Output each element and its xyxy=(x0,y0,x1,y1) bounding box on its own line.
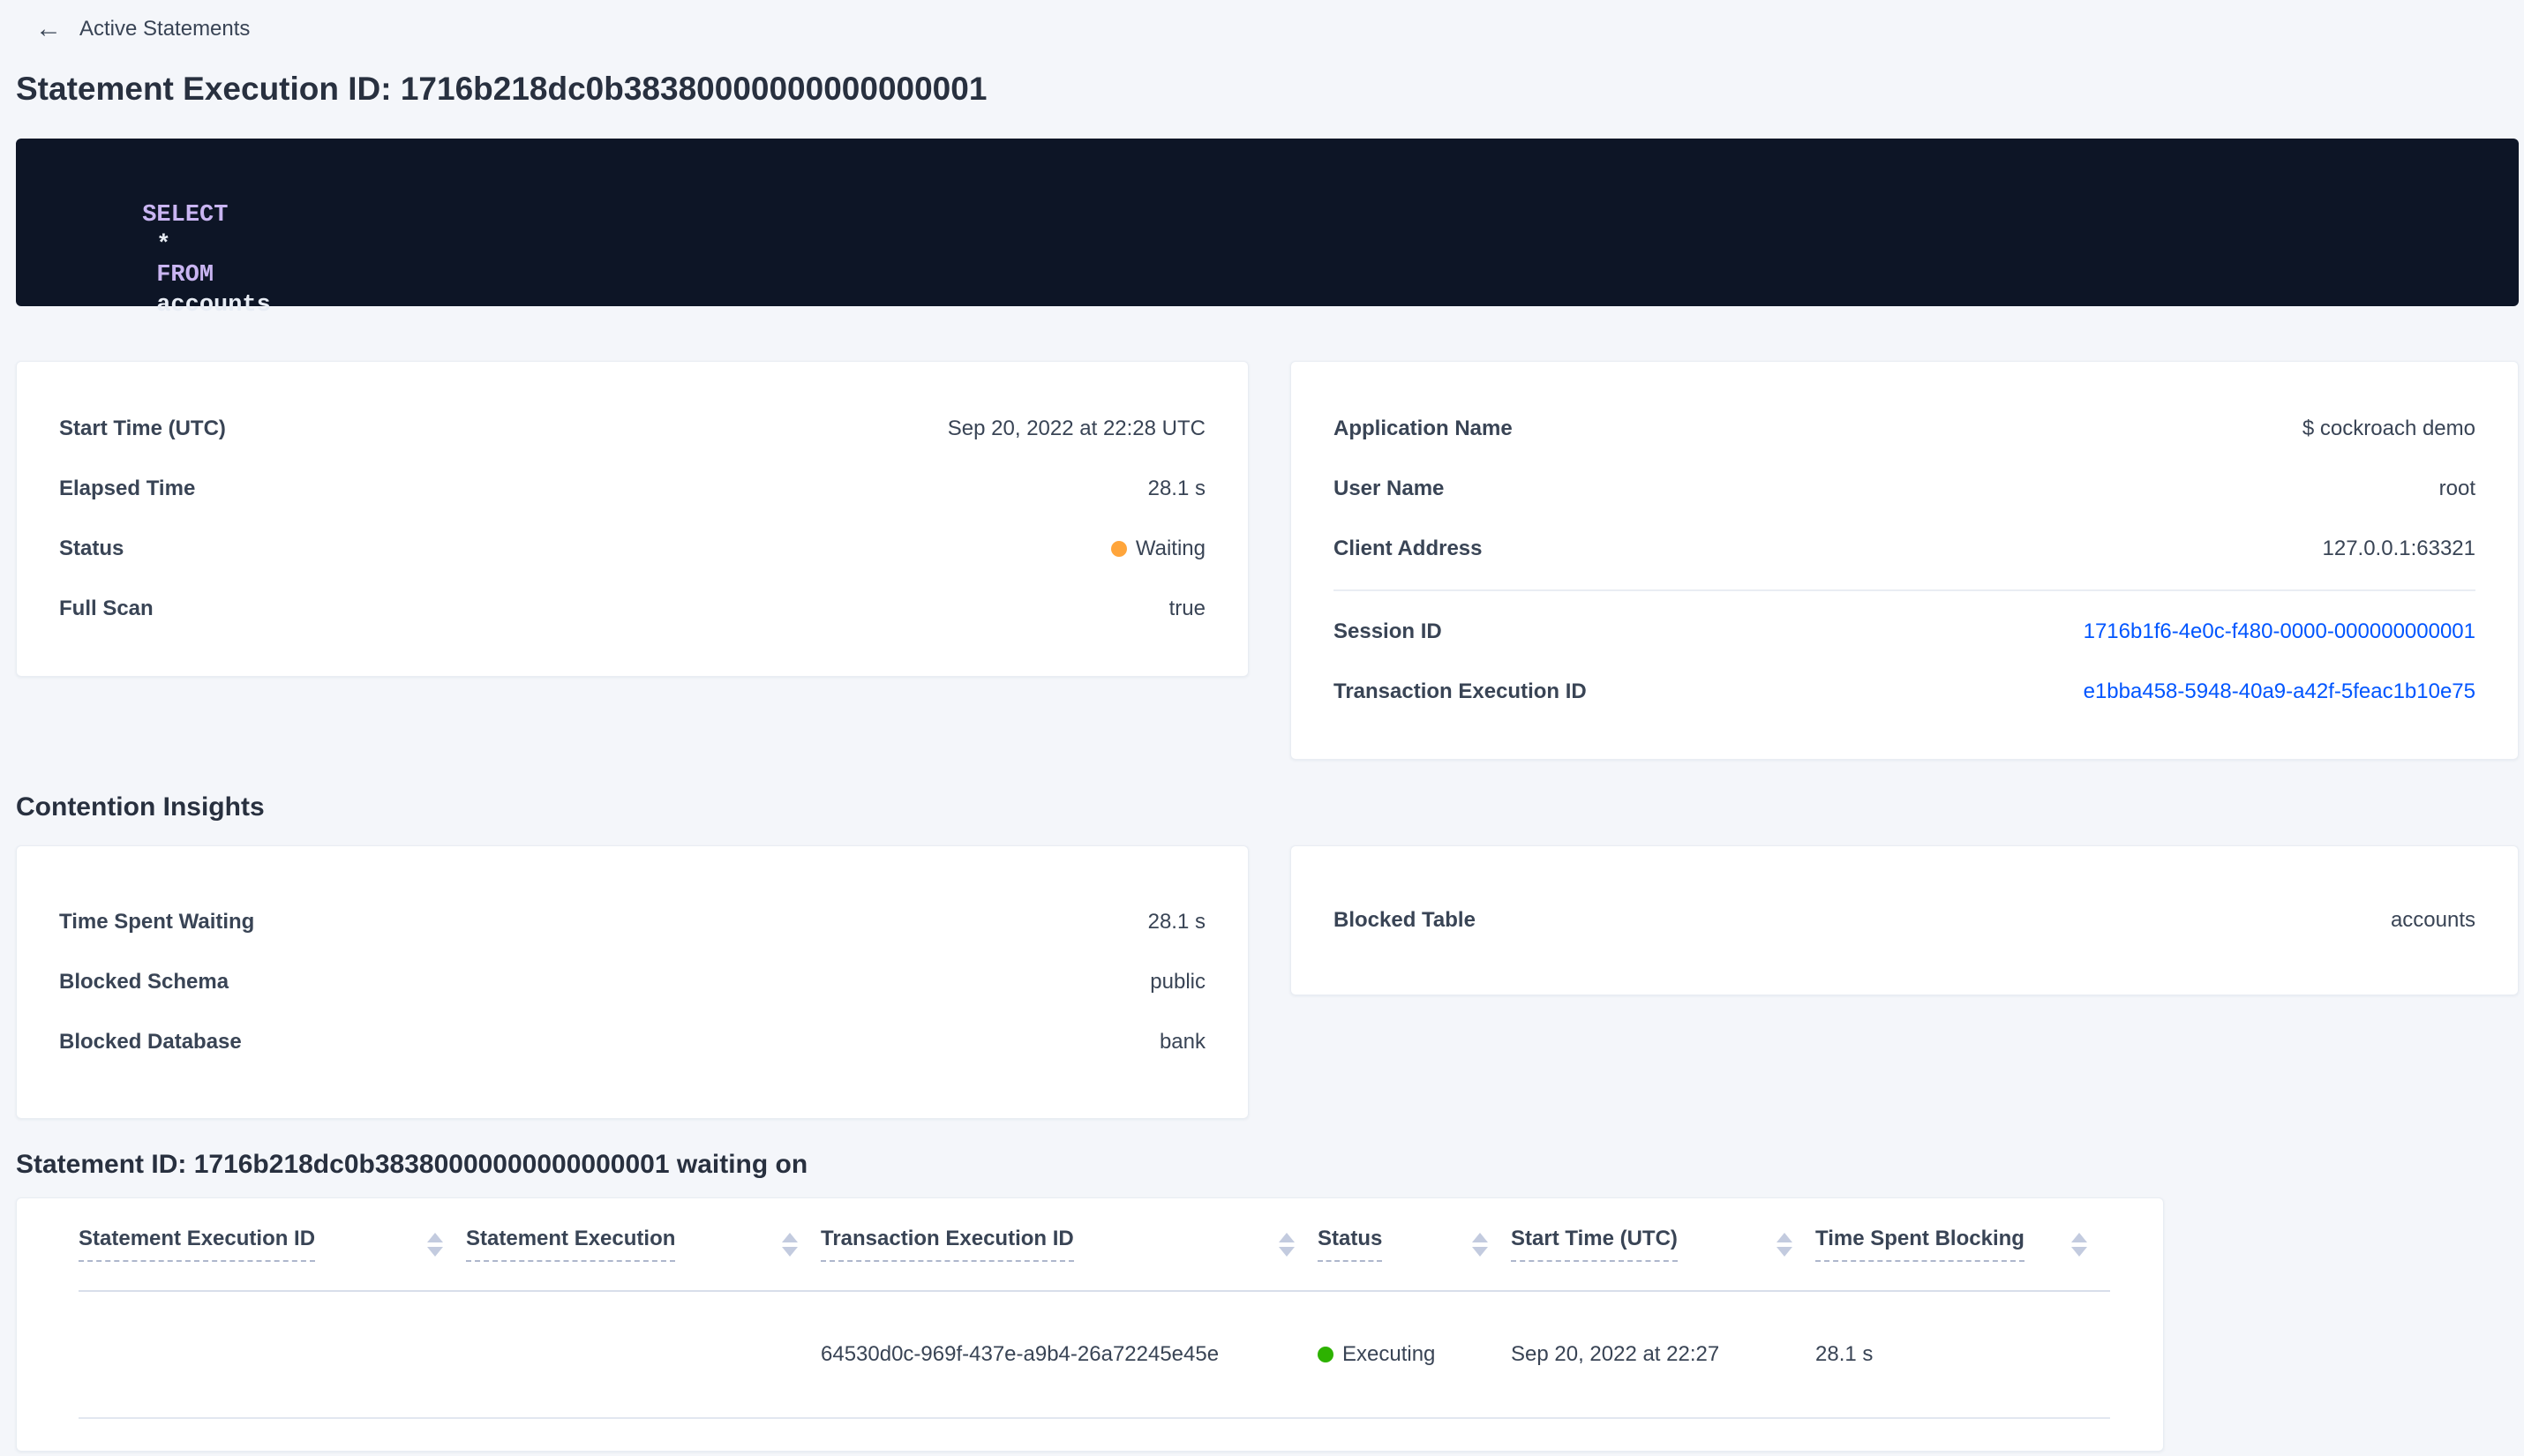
elapsed-time-row: Elapsed Time 28.1 s xyxy=(59,459,1206,519)
page-title: Statement Execution ID: 1716b218dc0b3838… xyxy=(16,71,988,107)
column-header-status[interactable]: Status xyxy=(1318,1198,1511,1292)
transaction-execution-id-row: Transaction Execution ID e1bba458-5948-4… xyxy=(1333,662,2475,722)
column-header-transaction-execution-id[interactable]: Transaction Execution ID xyxy=(821,1198,1318,1292)
overview-card: Start Time (UTC) Sep 20, 2022 at 22:28 U… xyxy=(16,361,1249,677)
transaction-execution-id-link[interactable]: e1bba458-5948-40a9-a42f-5feac1b10e75 xyxy=(2084,679,2475,703)
cell-statement-execution-id xyxy=(79,1291,466,1419)
session-card: Application Name $ cockroach demo User N… xyxy=(1290,361,2519,760)
sort-arrows-icon[interactable] xyxy=(1279,1232,1295,1257)
statement-execution-page: ← Active Statements Statement Execution … xyxy=(0,0,2524,1452)
start-time-row: Start Time (UTC) Sep 20, 2022 at 22:28 U… xyxy=(59,399,1206,459)
column-header-label: Transaction Execution ID xyxy=(821,1227,1074,1262)
sql-keyword-select: SELECT xyxy=(142,202,229,229)
status-waiting-text: Waiting xyxy=(1135,537,1206,560)
client-address-label: Client Address xyxy=(1333,537,1483,560)
column-header-label: Start Time (UTC) xyxy=(1511,1227,1678,1262)
column-header-time-spent-blocking[interactable]: Time Spent Blocking xyxy=(1815,1198,2110,1292)
column-header-label: Time Spent Blocking xyxy=(1815,1227,2024,1262)
arrow-left-icon: ← xyxy=(35,14,62,43)
elapsed-time-value: 28.1 s xyxy=(1147,477,1206,500)
cell-status: Executing xyxy=(1318,1291,1511,1419)
session-id-link[interactable]: 1716b1f6-4e0c-f480-0000-000000000001 xyxy=(2084,619,2475,643)
sort-arrows-icon[interactable] xyxy=(2071,1232,2087,1257)
status-executing-dot-icon xyxy=(1318,1347,1333,1362)
table-header-row: Statement Execution ID Statement Executi… xyxy=(79,1198,2110,1292)
blocked-schema-value: public xyxy=(1150,970,1206,994)
sql-statement-box: SELECT * FROM accounts xyxy=(16,139,2519,319)
sql-table-name: accounts xyxy=(156,292,271,319)
blocked-schema-label: Blocked Schema xyxy=(59,970,229,994)
back-link[interactable]: ← Active Statements xyxy=(35,16,250,42)
column-header-label: Statement Execution xyxy=(466,1227,676,1262)
status-waiting-dot-icon xyxy=(1110,541,1127,557)
application-name-value: $ cockroach demo xyxy=(2302,417,2475,440)
application-name-row: Application Name $ cockroach demo xyxy=(1333,399,2475,459)
column-header-statement-execution[interactable]: Statement Execution xyxy=(466,1198,821,1292)
client-address-row: Client Address 127.0.0.1:63321 xyxy=(1333,519,2475,579)
status-executing-text: Executing xyxy=(1342,1342,1436,1366)
session-card-divider xyxy=(1333,589,2475,591)
full-scan-row: Full Scan true xyxy=(59,579,1206,639)
user-name-label: User Name xyxy=(1333,477,1445,500)
blocked-database-value: bank xyxy=(1159,1030,1206,1054)
user-name-row: User Name root xyxy=(1333,459,2475,519)
session-id-value: 1716b1f6-4e0c-f480-0000-000000000001 xyxy=(2084,619,2475,644)
sort-arrows-icon[interactable] xyxy=(1472,1232,1488,1257)
contention-cards-row: Time Spent Waiting 28.1 s Blocked Schema… xyxy=(16,845,2519,1119)
start-time-label: Start Time (UTC) xyxy=(59,417,226,440)
sort-arrows-icon[interactable] xyxy=(1777,1232,1792,1257)
status-label: Status xyxy=(59,537,124,560)
start-time-value: Sep 20, 2022 at 22:28 UTC xyxy=(947,417,1206,440)
cell-time-spent-blocking: 28.1 s xyxy=(1815,1291,2110,1419)
cell-start-time: Sep 20, 2022 at 22:27 xyxy=(1511,1291,1815,1419)
transaction-execution-id-label: Transaction Execution ID xyxy=(1333,679,1587,703)
status-row: Status Waiting xyxy=(59,519,1206,579)
sql-keyword-from: FROM xyxy=(156,262,214,289)
cell-transaction-execution-id: 64530d0c-969f-437e-a9b4-26a72245e45e xyxy=(821,1291,1318,1419)
column-header-label: Statement Execution ID xyxy=(79,1227,316,1262)
full-scan-value: true xyxy=(1168,597,1206,620)
sort-arrows-icon[interactable] xyxy=(427,1232,443,1257)
blocked-table-row: Blocked Table accounts xyxy=(1333,890,2475,950)
blocked-schema-row: Blocked Schema public xyxy=(59,952,1206,1012)
status-value: Waiting xyxy=(1110,537,1206,561)
waiting-on-table-card: Statement Execution ID Statement Executi… xyxy=(16,1197,2164,1452)
back-link-label: Active Statements xyxy=(79,17,251,41)
waiting-on-table: Statement Execution ID Statement Executi… xyxy=(79,1198,2110,1419)
blocked-database-row: Blocked Database bank xyxy=(59,1012,1206,1072)
elapsed-time-label: Elapsed Time xyxy=(59,477,196,500)
time-spent-waiting-label: Time Spent Waiting xyxy=(59,910,255,934)
details-cards-row: Start Time (UTC) Sep 20, 2022 at 22:28 U… xyxy=(16,361,2519,760)
session-id-row: Session ID 1716b1f6-4e0c-f480-0000-00000… xyxy=(1333,602,2475,662)
full-scan-label: Full Scan xyxy=(59,597,154,620)
sql-statement-text: SELECT * FROM accounts xyxy=(56,170,2478,350)
table-row: 64530d0c-969f-437e-a9b4-26a72245e45e Exe… xyxy=(79,1291,2110,1419)
blocked-table-label: Blocked Table xyxy=(1333,908,1476,932)
user-name-value: root xyxy=(2438,477,2475,500)
time-spent-waiting-value: 28.1 s xyxy=(1147,910,1206,934)
contention-waiting-card: Time Spent Waiting 28.1 s Blocked Schema… xyxy=(16,845,1249,1119)
application-name-label: Application Name xyxy=(1333,417,1513,440)
session-id-label: Session ID xyxy=(1333,619,1442,643)
time-spent-waiting-row: Time Spent Waiting 28.1 s xyxy=(59,892,1206,952)
transaction-execution-id-value: e1bba458-5948-40a9-a42f-5feac1b10e75 xyxy=(2084,679,2475,704)
column-header-label: Status xyxy=(1318,1227,1383,1262)
column-header-start-time[interactable]: Start Time (UTC) xyxy=(1511,1198,1815,1292)
client-address-value: 127.0.0.1:63321 xyxy=(2322,537,2476,560)
blocked-table-value: accounts xyxy=(2390,908,2475,932)
contention-blocked-card: Blocked Table accounts xyxy=(1290,845,2519,995)
contention-insights-heading: Contention Insights xyxy=(16,792,265,822)
sort-arrows-icon[interactable] xyxy=(782,1232,798,1257)
blocked-database-label: Blocked Database xyxy=(59,1030,242,1054)
cell-statement-execution xyxy=(466,1291,821,1419)
waiting-on-heading: Statement ID: 1716b218dc0b38380000000000… xyxy=(16,1150,808,1179)
sql-star-operator: * xyxy=(156,232,171,259)
column-header-statement-execution-id[interactable]: Statement Execution ID xyxy=(79,1198,466,1292)
